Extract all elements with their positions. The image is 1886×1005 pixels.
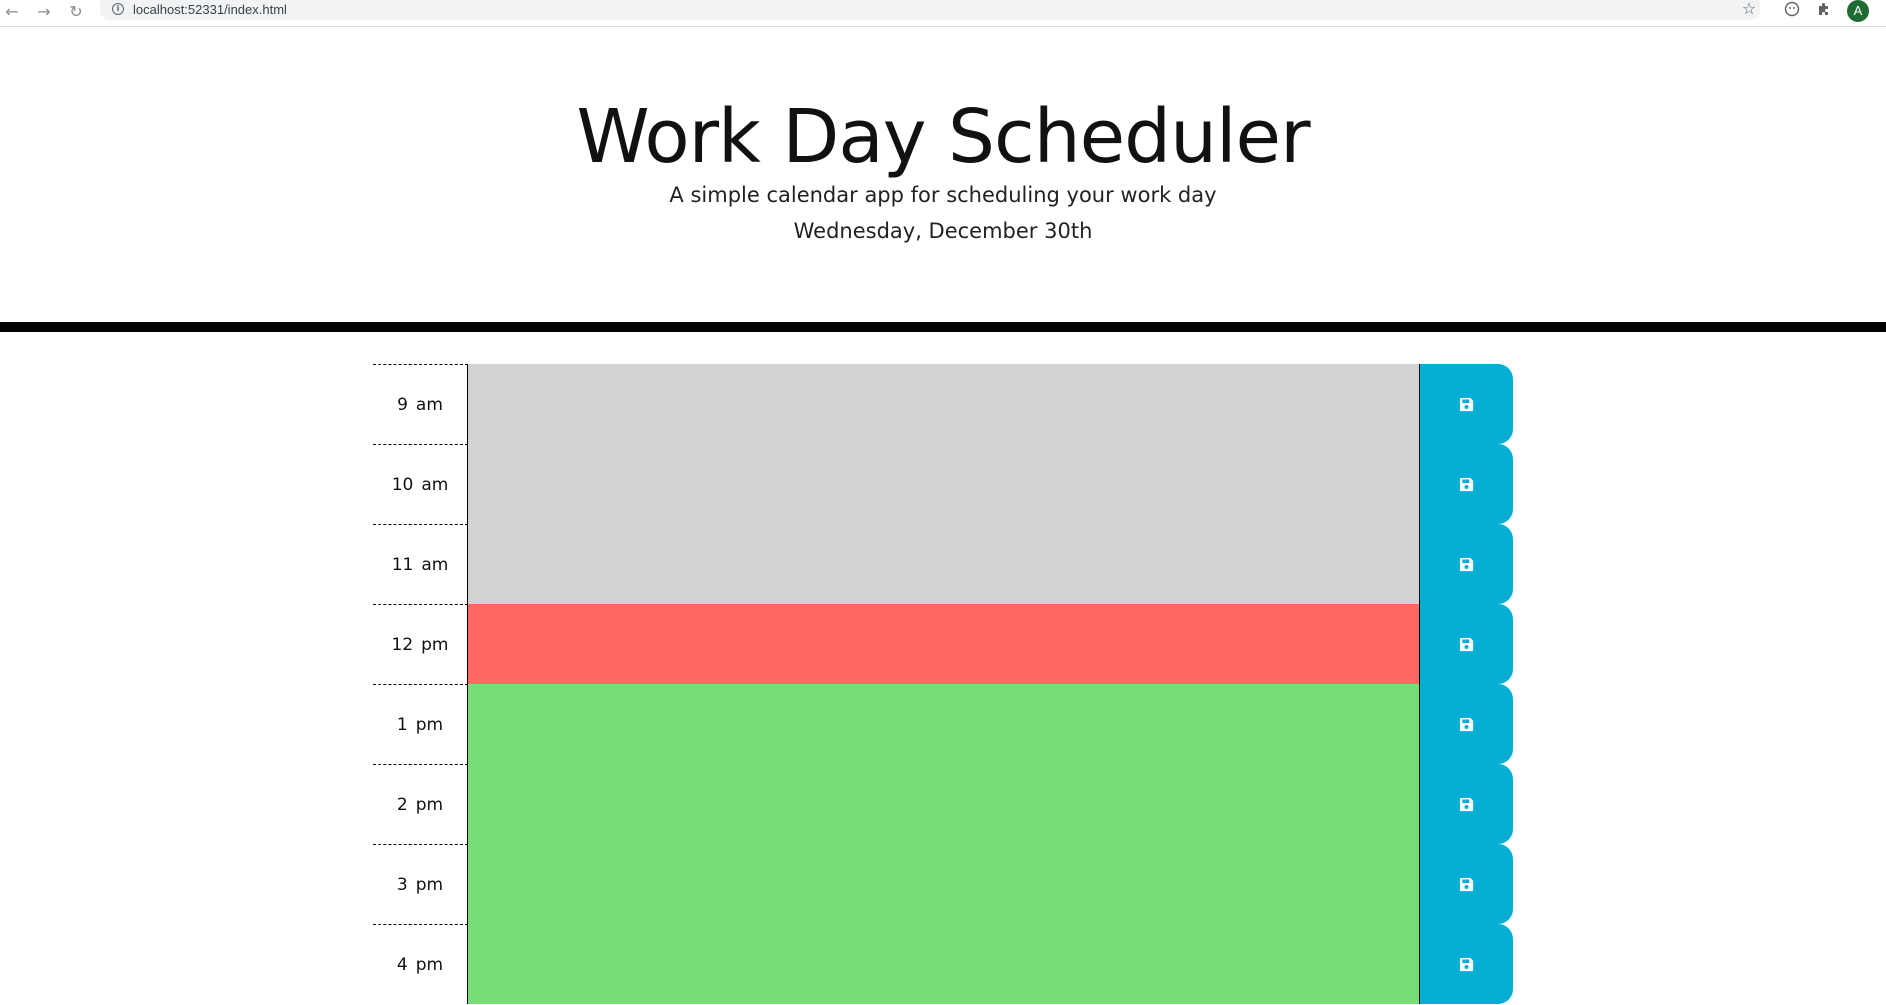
page-title: Work Day Scheduler [576, 94, 1310, 180]
event-description-input[interactable] [468, 844, 1419, 924]
floppy-disk-icon [1459, 557, 1474, 571]
hour-number: 12 [391, 635, 414, 655]
hour-label: 11 am [373, 524, 468, 604]
site-info-icon[interactable]: i [112, 3, 124, 15]
back-arrow-icon[interactable]: ← [2, 2, 22, 22]
save-button[interactable] [1419, 364, 1513, 444]
floppy-disk-icon [1459, 957, 1474, 971]
address-bar[interactable]: i localhost:52331/index.html ☆ [100, 0, 1760, 20]
save-button[interactable] [1419, 844, 1513, 924]
timeblock-row: 11 am [373, 524, 1513, 604]
hour-period: pm [421, 635, 449, 655]
hour-label: 4 pm [373, 924, 468, 1004]
hour-label: 3 pm [373, 844, 468, 924]
save-button[interactable] [1419, 524, 1513, 604]
current-day: Wednesday, December 30th [793, 219, 1093, 243]
extension-icon[interactable] [1782, 1, 1802, 21]
save-button[interactable] [1419, 444, 1513, 524]
hour-label: 10 am [373, 444, 468, 524]
event-description-input[interactable] [468, 444, 1419, 524]
forward-arrow-icon[interactable]: → [34, 2, 54, 22]
timeblock-row: 4 pm [373, 924, 1513, 1004]
hour-label: 9 am [373, 364, 468, 444]
browser-toolbar: ← → ↻ i localhost:52331/index.html ☆ A [0, 0, 1886, 27]
save-button[interactable] [1419, 604, 1513, 684]
reload-icon[interactable]: ↻ [66, 2, 86, 22]
hour-period: am [421, 555, 449, 575]
hour-number: 3 [396, 875, 408, 895]
hour-period: pm [415, 795, 444, 815]
puzzle-extensions-icon[interactable] [1814, 1, 1834, 21]
hour-number: 11 [391, 555, 414, 575]
event-description-input[interactable] [468, 684, 1419, 764]
timeblock-row: 10 am [373, 444, 1513, 524]
timeblock-row: 3 pm [373, 844, 1513, 924]
save-button[interactable] [1419, 764, 1513, 844]
page-subtitle: A simple calendar app for scheduling you… [669, 183, 1217, 207]
hour-label: 1 pm [373, 684, 468, 764]
timeblock-row: 9 am [373, 364, 1513, 444]
floppy-disk-icon [1459, 717, 1474, 731]
hour-period: am [415, 395, 443, 415]
timeblock-row: 12 pm [373, 604, 1513, 684]
event-description-input[interactable] [468, 924, 1419, 1004]
floppy-disk-icon [1459, 477, 1474, 491]
hour-number: 10 [391, 475, 414, 495]
bookmark-star-icon[interactable]: ☆ [1738, 0, 1760, 19]
hour-label: 12 pm [373, 604, 468, 684]
save-button[interactable] [1419, 684, 1513, 764]
save-button[interactable] [1419, 924, 1513, 1004]
timeblock-row: 2 pm [373, 764, 1513, 844]
url-text[interactable]: localhost:52331/index.html [133, 1, 287, 19]
floppy-disk-icon [1459, 797, 1474, 811]
hour-period: pm [415, 715, 444, 735]
hour-label: 2 pm [373, 764, 468, 844]
hour-number: 4 [396, 955, 408, 975]
hour-period: pm [415, 875, 444, 895]
event-description-input[interactable] [468, 524, 1419, 604]
hour-period: pm [415, 955, 444, 975]
floppy-disk-icon [1459, 877, 1474, 891]
floppy-disk-icon [1459, 397, 1474, 411]
hour-number: 2 [396, 795, 408, 815]
hour-number: 1 [396, 715, 408, 735]
floppy-disk-icon [1459, 637, 1474, 651]
hour-period: am [421, 475, 449, 495]
event-description-input[interactable] [468, 364, 1419, 444]
account-avatar[interactable]: A [1847, 0, 1869, 22]
event-description-input[interactable] [468, 604, 1419, 684]
hour-number: 9 [397, 395, 408, 415]
header-divider [0, 322, 1886, 332]
event-description-input[interactable] [468, 764, 1419, 844]
timeblock-row: 1 pm [373, 684, 1513, 764]
